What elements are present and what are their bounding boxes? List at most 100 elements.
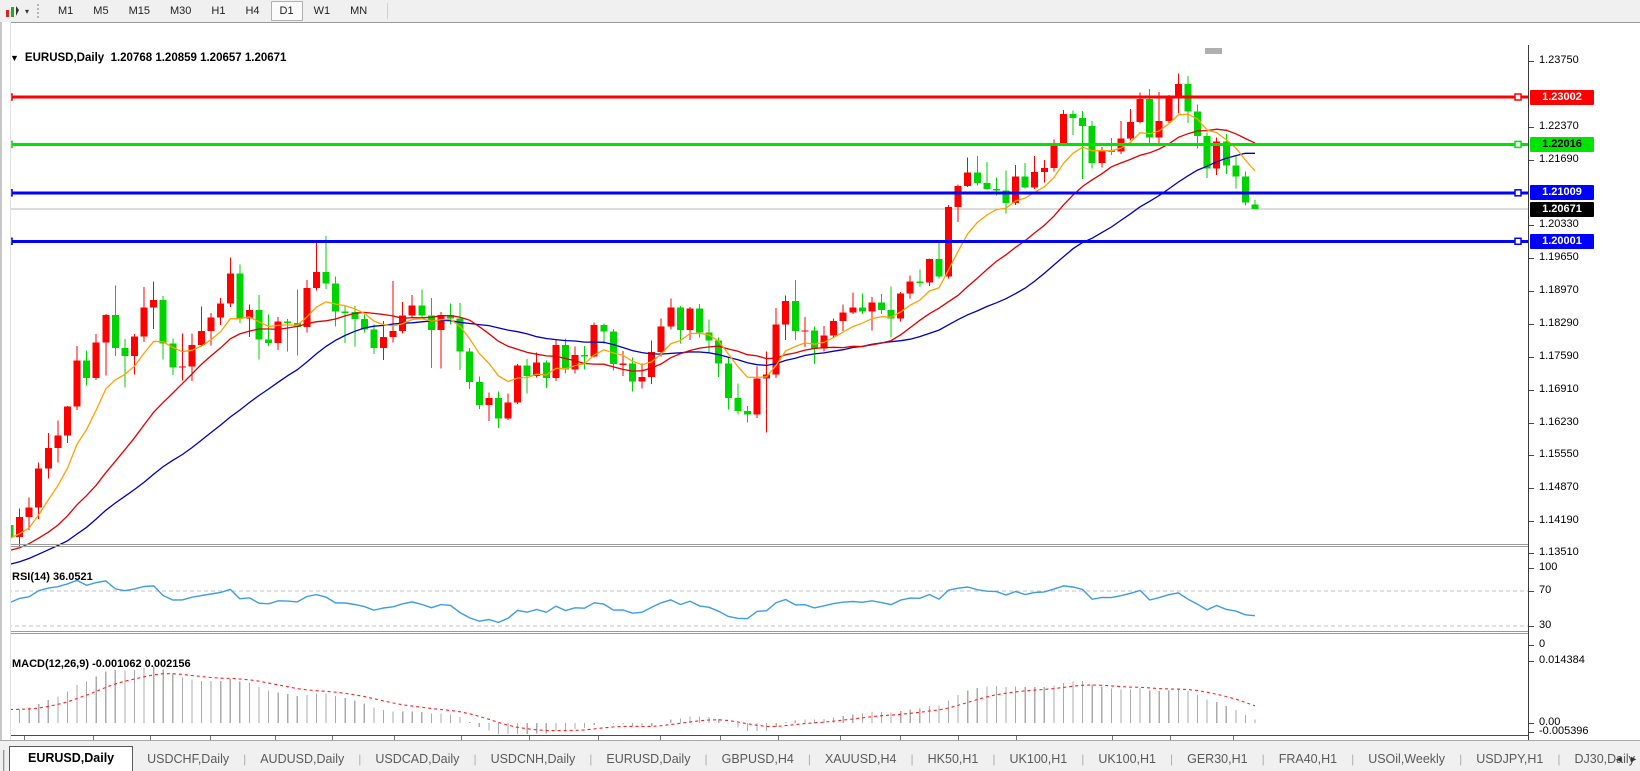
line-handle[interactable] <box>1515 94 1521 100</box>
candle-bull <box>26 508 33 517</box>
candle-bull <box>198 331 205 345</box>
tabbar-grip[interactable] <box>3 750 5 771</box>
candle-bull <box>45 448 52 469</box>
axis-tick-mark <box>1529 455 1534 456</box>
timeframe-button-m5[interactable]: M5 <box>84 1 117 21</box>
candle-bull <box>1098 150 1105 163</box>
axis-tick-mark <box>1529 225 1534 226</box>
chart-tool-icon[interactable] <box>3 3 21 19</box>
mt4-window: ▾ M1M5M15M30H1H4D1W1MN ▼ EURUSD,Daily 1.2… <box>0 0 1640 771</box>
line-handle[interactable] <box>1515 190 1521 196</box>
candle-bull <box>208 317 215 331</box>
timeframe-button-d1[interactable]: D1 <box>271 1 303 21</box>
candle-bull <box>188 345 195 366</box>
chart-shift-marker[interactable] <box>1205 48 1222 54</box>
timeframe-buttons: M1M5M15M30H1H4D1W1MN <box>48 1 377 21</box>
candle-bear <box>581 355 588 357</box>
candle-bear <box>265 339 272 342</box>
candle-bull <box>93 342 100 378</box>
price-tick-label: 30 <box>1539 619 1551 631</box>
candle-bull <box>840 312 847 321</box>
line-handle[interactable] <box>1515 238 1521 244</box>
chevron-down-icon[interactable]: ▾ <box>21 7 33 16</box>
price-tick-label: 1.20330 <box>1539 218 1579 230</box>
candle-bear <box>859 308 866 312</box>
chart-tab-eurusd-daily[interactable]: EURUSD,Daily <box>9 746 133 771</box>
chart-tab-usdjpy-h1[interactable]: USDJPY,H1 <box>1462 748 1557 771</box>
panel-separator[interactable] <box>0 631 1640 632</box>
axis-tick-mark <box>1529 258 1534 259</box>
candle-bull <box>619 363 626 364</box>
price-axis[interactable]: 1.237501.223701.216901.203301.196501.189… <box>1528 45 1640 763</box>
candle-bull <box>485 398 492 405</box>
toolbar-grip[interactable] <box>37 4 42 18</box>
macd-panel-canvas[interactable] <box>8 655 1528 735</box>
candle-bear <box>1252 204 1259 209</box>
panel-separator[interactable] <box>0 544 1640 545</box>
chart-tab-usdcnh-daily[interactable]: USDCNH,Daily <box>477 748 590 771</box>
axis-tick-mark <box>1529 732 1534 733</box>
candle-bear <box>744 411 751 414</box>
chart-tab-audusd-daily[interactable]: AUDUSD,Daily <box>246 748 358 771</box>
line-handle[interactable] <box>1515 141 1521 147</box>
chart-tab-uk100-h1[interactable]: UK100,H1 <box>1084 748 1170 771</box>
rsi-label: RSI(14) 36.0521 <box>12 571 93 583</box>
axis-tick-mark <box>1529 127 1534 128</box>
axis-tick-mark <box>1529 661 1534 662</box>
candle-bear <box>916 282 923 283</box>
candle-bear <box>323 272 330 284</box>
chart-tab-usdcad-daily[interactable]: USDCAD,Daily <box>361 748 473 771</box>
candle-bull <box>667 308 674 327</box>
main-chart-canvas[interactable] <box>8 45 1528 566</box>
timeframe-button-w1[interactable]: W1 <box>305 1 340 21</box>
chart-tab-gbpusd-h4[interactable]: GBPUSD,H4 <box>708 748 808 771</box>
rsi-panel-canvas[interactable] <box>8 568 1528 653</box>
candle-bull <box>1012 176 1019 202</box>
candle-bear <box>160 300 167 344</box>
chart-symbol: EURUSD,Daily <box>25 52 104 64</box>
chart-tab-ger30-h1[interactable]: GER30,H1 <box>1173 748 1261 771</box>
icon-bar <box>11 7 14 17</box>
chart-tabs: EURUSD,DailyUSDCHF,Daily|AUDUSD,Daily|US… <box>9 746 1640 771</box>
chart-tab-xauusd-h4[interactable]: XAUUSD,H4 <box>811 748 911 771</box>
candle-bull <box>754 378 761 414</box>
candle-bull <box>54 436 61 449</box>
candle-bull <box>830 321 837 335</box>
candle-bear <box>600 325 607 332</box>
timeframe-button-m1[interactable]: M1 <box>49 1 82 21</box>
collapse-icon[interactable]: ▼ <box>10 53 19 63</box>
candle-bull <box>1050 145 1057 168</box>
candle-bear <box>112 315 119 348</box>
axis-tick-mark <box>1529 291 1534 292</box>
rsi-line <box>10 580 1255 622</box>
level-price-badge: 1.22016 <box>1530 137 1594 152</box>
candle-bear <box>370 329 377 348</box>
candle-bull <box>686 309 693 330</box>
candle-bull <box>1041 168 1048 172</box>
candle-bull <box>964 173 971 186</box>
candle-bull <box>217 303 224 317</box>
timeframe-button-m15[interactable]: M15 <box>120 1 159 21</box>
candle-bear <box>121 348 128 356</box>
price-tick-label: 0.014384 <box>1539 654 1585 666</box>
chart-tab-hk50-h1[interactable]: HK50,H1 <box>914 748 993 771</box>
timeframe-button-m30[interactable]: M30 <box>161 1 200 21</box>
candle-bull <box>1031 172 1038 187</box>
timeframe-button-mn[interactable]: MN <box>341 1 376 21</box>
chart-tab-usoil-weekly[interactable]: USOil,Weekly <box>1354 748 1459 771</box>
timeframe-button-h1[interactable]: H1 <box>202 1 234 21</box>
level-price-badge: 1.23002 <box>1530 90 1594 105</box>
chart-tab-uk100-h1[interactable]: UK100,H1 <box>996 748 1082 771</box>
candle-bear <box>610 332 617 364</box>
chart-tab-eurusd-daily[interactable]: EURUSD,Daily <box>592 748 704 771</box>
candle-bull <box>313 272 320 288</box>
price-tick-label: 1.19650 <box>1539 251 1579 263</box>
chart-tab-usdchf-daily[interactable]: USDCHF,Daily <box>133 748 243 771</box>
chart-tab-fra40-h1[interactable]: FRA40,H1 <box>1265 748 1351 771</box>
tab-scroll-left-icon[interactable]: ◄ <box>1614 753 1623 765</box>
axis-tick-mark <box>1529 645 1534 646</box>
timeframe-button-h4[interactable]: H4 <box>236 1 268 21</box>
tab-scroll-right-icon[interactable]: ► <box>1629 753 1638 765</box>
price-tick-label: 1.21690 <box>1539 153 1579 165</box>
candle-bear <box>696 309 703 333</box>
